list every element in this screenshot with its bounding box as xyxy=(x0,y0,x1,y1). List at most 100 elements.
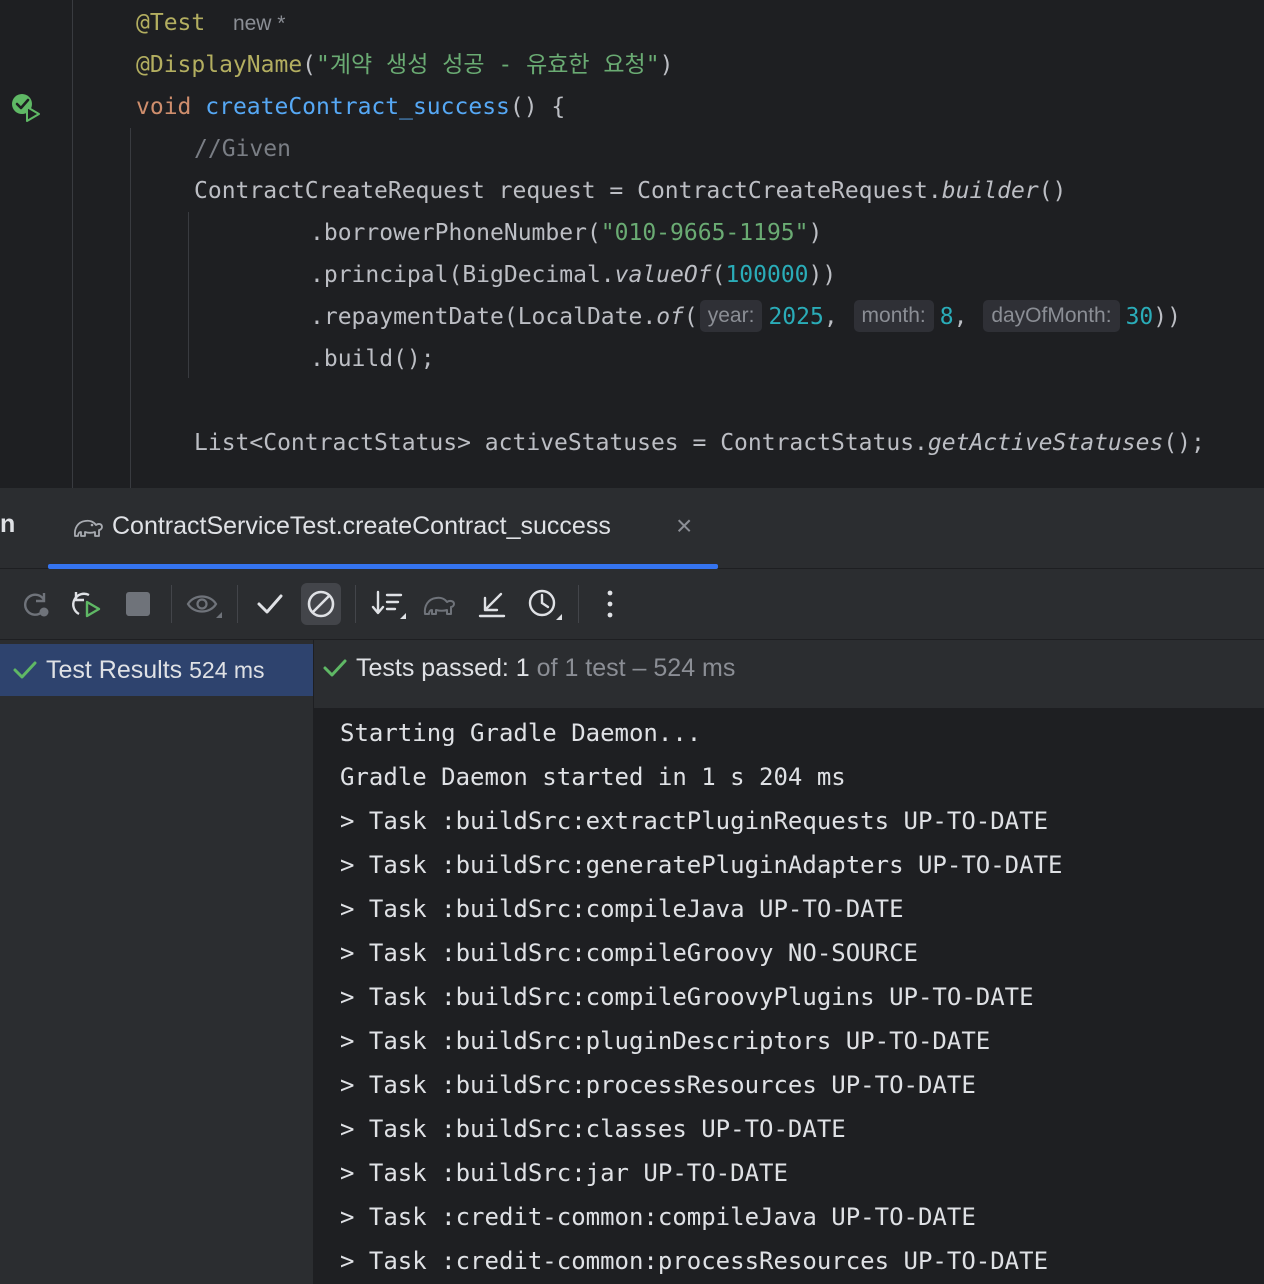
valueof-call: valueOf xyxy=(614,262,712,288)
display-name-string: "계약 생성 성공 - 유효한 요청" xyxy=(316,52,660,78)
request-declaration: ContractCreateRequest request = Contract… xyxy=(194,178,942,204)
paren: ( xyxy=(683,304,698,330)
paren: ( xyxy=(711,262,726,288)
comma: , xyxy=(953,304,968,330)
parameter-hint-month: month: xyxy=(853,299,934,332)
console-line: > Task :buildSrc:classes UP-TO-DATE xyxy=(340,1115,846,1143)
console-line: > Task :buildSrc:pluginDescriptors UP-TO… xyxy=(340,1027,991,1055)
sort-icon[interactable] xyxy=(368,583,408,625)
paren: ( xyxy=(302,52,317,78)
console-output[interactable]: Starting Gradle Daemon... Gradle Daemon … xyxy=(314,709,1264,1284)
rerun-icon[interactable] xyxy=(16,583,56,625)
console-line: > Task :buildSrc:jar UP-TO-DATE xyxy=(340,1159,788,1187)
console-line: > Task :buildSrc:processResources UP-TO-… xyxy=(340,1071,976,1099)
console-line: > Task :buildSrc:compileJava UP-TO-DATE xyxy=(340,895,904,923)
signature-rest: () { xyxy=(509,94,566,120)
test-status-bar: Tests passed: 1 of 1 test – 524 ms xyxy=(314,640,1264,709)
void-keyword: void xyxy=(136,94,192,120)
statuses-declaration: List<ContractStatus> activeStatuses = Co… xyxy=(194,430,928,456)
year-value: 2025 xyxy=(768,304,824,330)
code-line-principal: .principal(BigDecimal.valueOf(100000)) xyxy=(310,254,836,296)
code-line-build: .build(); xyxy=(310,338,435,380)
stop-icon[interactable] xyxy=(118,583,158,625)
console-line: > Task :buildSrc:generatePluginAdapters … xyxy=(340,851,1063,879)
method-name: createContract_success xyxy=(205,94,510,120)
test-results-tree[interactable]: Test Results 524 ms xyxy=(0,640,314,1284)
paren: )) xyxy=(1153,304,1181,330)
passed-check-icon xyxy=(323,659,347,677)
test-results-duration: 524 ms xyxy=(189,657,265,683)
console-line: > Task :credit-common:compileJava UP-TO-… xyxy=(340,1203,976,1231)
tests-passed-count: Tests passed: 1 xyxy=(356,654,530,682)
run-tab-bar: n ContractServiceTest.createContract_suc… xyxy=(0,488,1264,569)
collapse-icon[interactable] xyxy=(472,583,512,625)
parameter-hint-day: dayOfMonth: xyxy=(983,299,1120,332)
paren: ) xyxy=(808,220,823,246)
toolbar-separator xyxy=(237,585,238,623)
code-line-annotation-test: @Test new * xyxy=(136,2,285,44)
paren: ) xyxy=(659,52,674,78)
indent-guide xyxy=(188,212,189,378)
passed-check-icon xyxy=(13,661,37,679)
tab-contract-service-test[interactable]: ContractServiceTest.createContract_succe… xyxy=(48,488,718,568)
gradle-elephant-icon xyxy=(73,519,103,537)
run-tool-window: n ContractServiceTest.createContract_suc… xyxy=(0,488,1264,1284)
more-options-icon[interactable] xyxy=(590,583,630,625)
console-line: > Task :buildSrc:compileGroovy NO-SOURCE xyxy=(340,939,918,967)
test-annotation: @Test xyxy=(136,10,206,36)
code-line-repayment-date: .repaymentDate(LocalDate.of(year: 2025, m… xyxy=(310,296,1181,338)
tree-row-test-results[interactable]: Test Results 524 ms xyxy=(0,644,313,696)
comma: , xyxy=(823,304,838,330)
builder-call: builder xyxy=(941,178,1039,204)
console-line: Gradle Daemon started in 1 s 204 ms xyxy=(340,763,846,791)
get-active-statuses-call: getActiveStatuses xyxy=(927,430,1164,456)
console-line: > Task :buildSrc:extractPluginRequests U… xyxy=(340,807,1049,835)
code-line-comment: //Given xyxy=(194,128,291,170)
principal-value: 100000 xyxy=(725,262,809,288)
code-line-display-name: @DisplayName("계약 생성 성공 - 유효한 요청") xyxy=(136,44,673,86)
of-call: of xyxy=(656,304,684,330)
phone-value: "010-9665-1195" xyxy=(600,220,809,246)
show-passed-icon[interactable] xyxy=(184,583,224,625)
repayment-method: .repaymentDate(LocalDate. xyxy=(310,304,657,330)
day-value: 30 xyxy=(1125,304,1154,330)
code-line-request-declaration: ContractCreateRequest request = Contract… xyxy=(194,170,1066,212)
build-call: .build(); xyxy=(310,346,435,372)
tree-row-label: Test Results 524 ms xyxy=(46,656,265,685)
rerun-failed-icon[interactable] xyxy=(66,583,106,625)
test-results-label: Test Results xyxy=(46,656,183,684)
console-line: > Task :credit-common:processResources U… xyxy=(340,1247,1049,1275)
given-comment: //Given xyxy=(194,136,291,162)
check-icon[interactable] xyxy=(250,583,290,625)
history-icon[interactable] xyxy=(524,583,564,625)
tests-summary: of 1 test – 524 ms xyxy=(529,654,736,682)
ignored-icon[interactable] xyxy=(301,583,341,625)
run-toolbar xyxy=(0,569,1264,640)
code-line-method-signature: void createContract_success() { xyxy=(136,86,565,128)
tab-run-label-fragment[interactable]: n xyxy=(0,510,15,539)
indent-guide xyxy=(72,0,73,488)
gradle-icon[interactable] xyxy=(420,583,460,625)
close-icon[interactable]: × xyxy=(676,510,692,542)
paren: () xyxy=(1038,178,1067,204)
parameter-hint-year: year: xyxy=(699,299,763,332)
toolbar-separator xyxy=(171,585,172,623)
code-editor[interactable]: @Test new * @DisplayName("계약 생성 성공 - 유효한… xyxy=(0,0,1264,488)
phone-method: .borrowerPhoneNumber( xyxy=(310,220,601,246)
console-line: Starting Gradle Daemon... xyxy=(340,719,702,747)
indent-guide xyxy=(130,128,131,488)
paren: )) xyxy=(808,262,837,288)
tab-title: ContractServiceTest.createContract_succe… xyxy=(112,512,611,540)
code-line-phone: .borrowerPhoneNumber("010-9665-1195") xyxy=(310,212,822,254)
display-name-annotation: @DisplayName xyxy=(136,52,303,78)
test-status-text: Tests passed: 1 of 1 test – 524 ms xyxy=(356,654,735,683)
paren: (); xyxy=(1163,430,1205,456)
console-line: > Task :buildSrc:compileGroovyPlugins UP… xyxy=(340,983,1034,1011)
principal-method: .principal(BigDecimal. xyxy=(310,262,615,288)
new-marker: new * xyxy=(232,12,286,35)
code-line-active-statuses: List<ContractStatus> activeStatuses = Co… xyxy=(194,422,1205,464)
run-test-gutter-icon[interactable] xyxy=(10,92,42,124)
month-value: 8 xyxy=(939,304,954,330)
toolbar-separator xyxy=(578,585,579,623)
toolbar-separator xyxy=(355,585,356,623)
